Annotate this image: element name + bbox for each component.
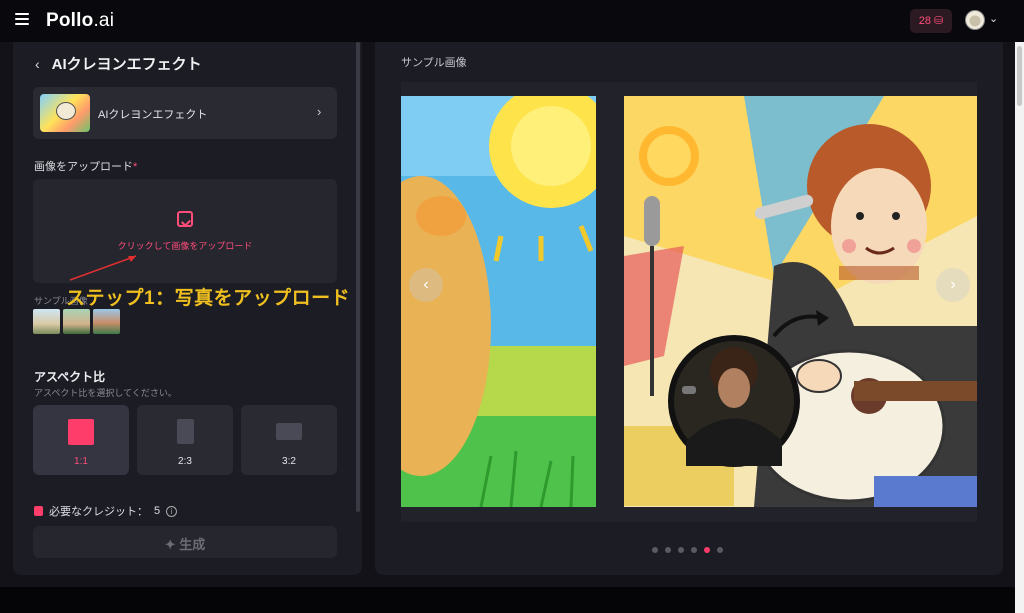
left-panel-scrollbar[interactable]	[356, 42, 360, 512]
sample-images-title: サンプル画像	[401, 57, 467, 69]
sparkle-icon: ✦	[164, 537, 180, 552]
carousel-dot[interactable]	[717, 547, 723, 553]
carousel-dot[interactable]	[665, 547, 671, 553]
aspect-option-3-2[interactable]: 3:2	[241, 405, 337, 475]
carousel-next-button[interactable]: ›	[936, 268, 970, 302]
aspect-ratio-subtitle: アスペクト比を選択してください。	[34, 388, 177, 398]
sample-thumbnails	[33, 309, 120, 334]
carousel-dot[interactable]	[691, 547, 697, 553]
avatar[interactable]	[965, 10, 985, 30]
sample-thumbnail[interactable]	[63, 309, 90, 334]
page-scrollbar[interactable]	[1015, 42, 1024, 613]
info-icon[interactable]: i	[166, 505, 178, 517]
chevron-right-icon: ›	[317, 104, 322, 119]
bottom-bar	[0, 587, 1015, 613]
aspect-ratio-title: アスペクト比	[34, 370, 106, 384]
carousel-dot[interactable]	[678, 547, 684, 553]
sample-thumbnail[interactable]	[33, 309, 60, 334]
sample-thumbnail[interactable]	[93, 309, 120, 334]
effect-name: AIクレヨンエフェクト	[98, 109, 208, 121]
upload-label: 画像をアップロード*	[34, 161, 138, 173]
hamburger-icon[interactable]	[15, 13, 29, 25]
sample-image-lion	[401, 96, 596, 507]
logo[interactable]: Pollo.ai	[46, 10, 114, 32]
generate-button[interactable]: ✦ 生成	[33, 526, 337, 558]
annotation-step-1: ステップ1：写真をアップロード	[66, 288, 351, 309]
carousel-prev-button[interactable]: ‹	[409, 268, 443, 302]
sample-image-guitarist	[624, 96, 977, 507]
top-bar: Pollo.ai 28 ⛁ ⌄	[0, 0, 1024, 42]
right-panel: サンプル画像 ‹ ›	[375, 42, 1003, 575]
effect-selector[interactable]: AIクレヨンエフェクト ›	[33, 87, 337, 139]
aspect-option-1-1[interactable]: 1:1	[33, 405, 129, 475]
coin-icon	[34, 506, 43, 516]
effect-thumbnail	[40, 94, 90, 132]
carousel-dots	[652, 547, 723, 553]
carousel-dot[interactable]	[652, 547, 658, 553]
chevron-down-icon[interactable]: ⌄	[989, 12, 998, 25]
page-title: AIクレヨンエフェクト	[51, 56, 202, 73]
credits-badge[interactable]: 28 ⛁	[910, 9, 952, 33]
chevron-left-icon[interactable]: ‹	[35, 56, 40, 72]
image-plus-icon	[177, 211, 193, 227]
credit-requirement: 必要なクレジット： 5 i	[34, 503, 178, 519]
carousel-dot-active[interactable]	[704, 547, 710, 553]
aspect-option-2-3[interactable]: 2:3	[137, 405, 233, 475]
sample-gallery: ‹ ›	[401, 82, 977, 522]
